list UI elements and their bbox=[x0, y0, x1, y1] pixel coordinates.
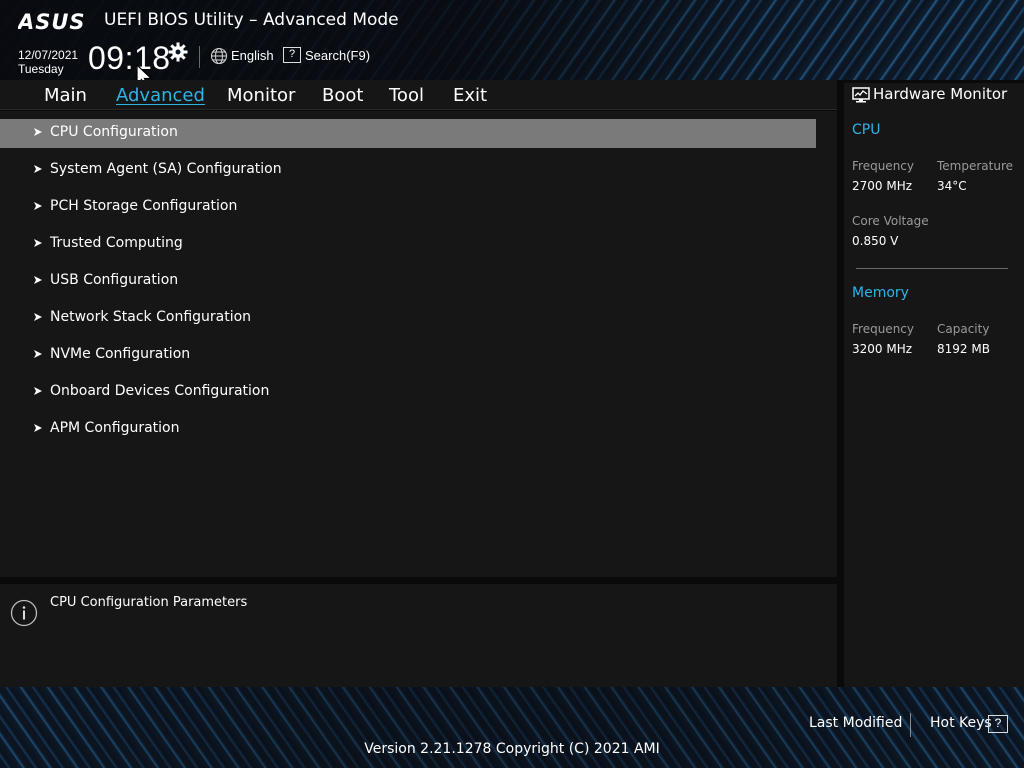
clock-display: 09:18 bbox=[88, 40, 171, 76]
header-divider bbox=[199, 46, 200, 68]
cpu-temperature-label: Temperature bbox=[937, 159, 1014, 173]
menu-item-label: Network Stack Configuration bbox=[50, 309, 252, 325]
menu-item-cpu-configuration[interactable]: CPU Configuration bbox=[0, 119, 816, 148]
tab-exit[interactable]: Exit bbox=[453, 85, 487, 106]
menu-item-label: CPU Configuration bbox=[50, 124, 178, 140]
arrow-icon bbox=[34, 239, 42, 247]
menu-item-label: Onboard Devices Configuration bbox=[50, 383, 270, 399]
menu-item-label: PCH Storage Configuration bbox=[50, 198, 238, 214]
cpu-voltage-value: 0.850 V bbox=[852, 234, 899, 248]
info-icon bbox=[10, 599, 38, 627]
date-display: 12/07/2021 Tuesday bbox=[18, 48, 78, 76]
hardware-monitor-divider bbox=[856, 268, 1008, 269]
menu-item-onboard-devices[interactable]: Onboard Devices Configuration bbox=[0, 378, 816, 407]
memory-capacity-label: Capacity bbox=[937, 322, 990, 336]
svg-text:ASUS: ASUS bbox=[18, 11, 86, 33]
menu-item-nvme-configuration[interactable]: NVMe Configuration bbox=[0, 341, 816, 370]
gear-icon[interactable] bbox=[168, 42, 188, 62]
tab-advanced[interactable]: Advanced bbox=[116, 85, 205, 106]
search-button[interactable]: Search(F9) bbox=[305, 48, 370, 63]
tab-main[interactable]: Main bbox=[44, 85, 87, 106]
menu-item-pch-storage[interactable]: PCH Storage Configuration bbox=[0, 193, 816, 222]
arrow-icon bbox=[34, 350, 42, 358]
arrow-icon bbox=[34, 387, 42, 395]
menu-item-label: USB Configuration bbox=[50, 272, 179, 288]
arrow-icon bbox=[34, 202, 42, 210]
memory-section-heading: Memory bbox=[852, 285, 909, 301]
tab-boot[interactable]: Boot bbox=[322, 85, 363, 106]
hardware-monitor-panel: Hardware Monitor CPU Frequency Temperatu… bbox=[844, 83, 1024, 687]
monitor-icon bbox=[852, 87, 870, 103]
arrow-icon bbox=[34, 165, 42, 173]
arrow-icon bbox=[34, 276, 42, 284]
menu-panel: CPU Configuration System Agent (SA) Conf… bbox=[0, 111, 837, 577]
memory-frequency-value: 3200 MHz bbox=[852, 342, 913, 356]
arrow-icon bbox=[34, 128, 42, 136]
page-title: UEFI BIOS Utility – Advanced Mode bbox=[104, 10, 399, 30]
version-text: Version 2.21.1278 Copyright (C) 2021 AMI bbox=[364, 741, 660, 757]
last-modified-button[interactable]: Last Modified bbox=[809, 715, 902, 731]
help-icon[interactable]: ? bbox=[283, 47, 301, 63]
arrow-icon bbox=[34, 313, 42, 321]
menu-item-apm-configuration[interactable]: APM Configuration bbox=[0, 415, 816, 444]
cpu-frequency-value: 2700 MHz bbox=[852, 179, 913, 193]
cpu-voltage-label: Core Voltage bbox=[852, 214, 929, 228]
menu-item-label: System Agent (SA) Configuration bbox=[50, 161, 282, 177]
date-text: 12/07/2021 bbox=[18, 48, 79, 62]
hot-keys-button[interactable]: Hot Keys bbox=[930, 715, 992, 731]
menu-item-usb-configuration[interactable]: USB Configuration bbox=[0, 267, 816, 296]
cpu-temperature-value: 34°C bbox=[937, 179, 967, 193]
asus-logo: ASUS bbox=[18, 11, 86, 33]
menu-item-network-stack[interactable]: Network Stack Configuration bbox=[0, 304, 816, 333]
weekday-text: Tuesday bbox=[18, 62, 64, 76]
tab-tool[interactable]: Tool bbox=[389, 85, 424, 106]
memory-frequency-label: Frequency bbox=[852, 322, 914, 336]
menu-item-label: APM Configuration bbox=[50, 420, 180, 436]
menu-item-label: NVMe Configuration bbox=[50, 346, 191, 362]
help-description-text: CPU Configuration Parameters bbox=[50, 595, 248, 610]
help-description-panel: CPU Configuration Parameters bbox=[0, 584, 837, 687]
cpu-section-heading: CPU bbox=[852, 122, 881, 138]
hot-keys-help-icon[interactable]: ? bbox=[988, 715, 1008, 733]
header-bar: ASUS UEFI BIOS Utility – Advanced Mode 1… bbox=[0, 0, 1024, 89]
menu-item-system-agent[interactable]: System Agent (SA) Configuration bbox=[0, 156, 816, 185]
memory-capacity-value: 8192 MB bbox=[937, 342, 990, 356]
arrow-icon bbox=[34, 424, 42, 432]
menu-item-trusted-computing[interactable]: Trusted Computing bbox=[0, 230, 816, 259]
tab-monitor[interactable]: Monitor bbox=[227, 85, 295, 106]
language-selector[interactable]: English bbox=[231, 48, 274, 63]
main-nav: Main Advanced Monitor Boot Tool Exit bbox=[0, 80, 837, 110]
menu-item-label: Trusted Computing bbox=[50, 235, 183, 251]
hardware-monitor-title: Hardware Monitor bbox=[873, 85, 1008, 103]
globe-icon[interactable] bbox=[210, 47, 228, 65]
cpu-frequency-label: Frequency bbox=[852, 159, 914, 173]
footer-bar: Last Modified Hot Keys ? Version 2.21.12… bbox=[0, 687, 1024, 768]
footer-divider bbox=[910, 713, 911, 737]
